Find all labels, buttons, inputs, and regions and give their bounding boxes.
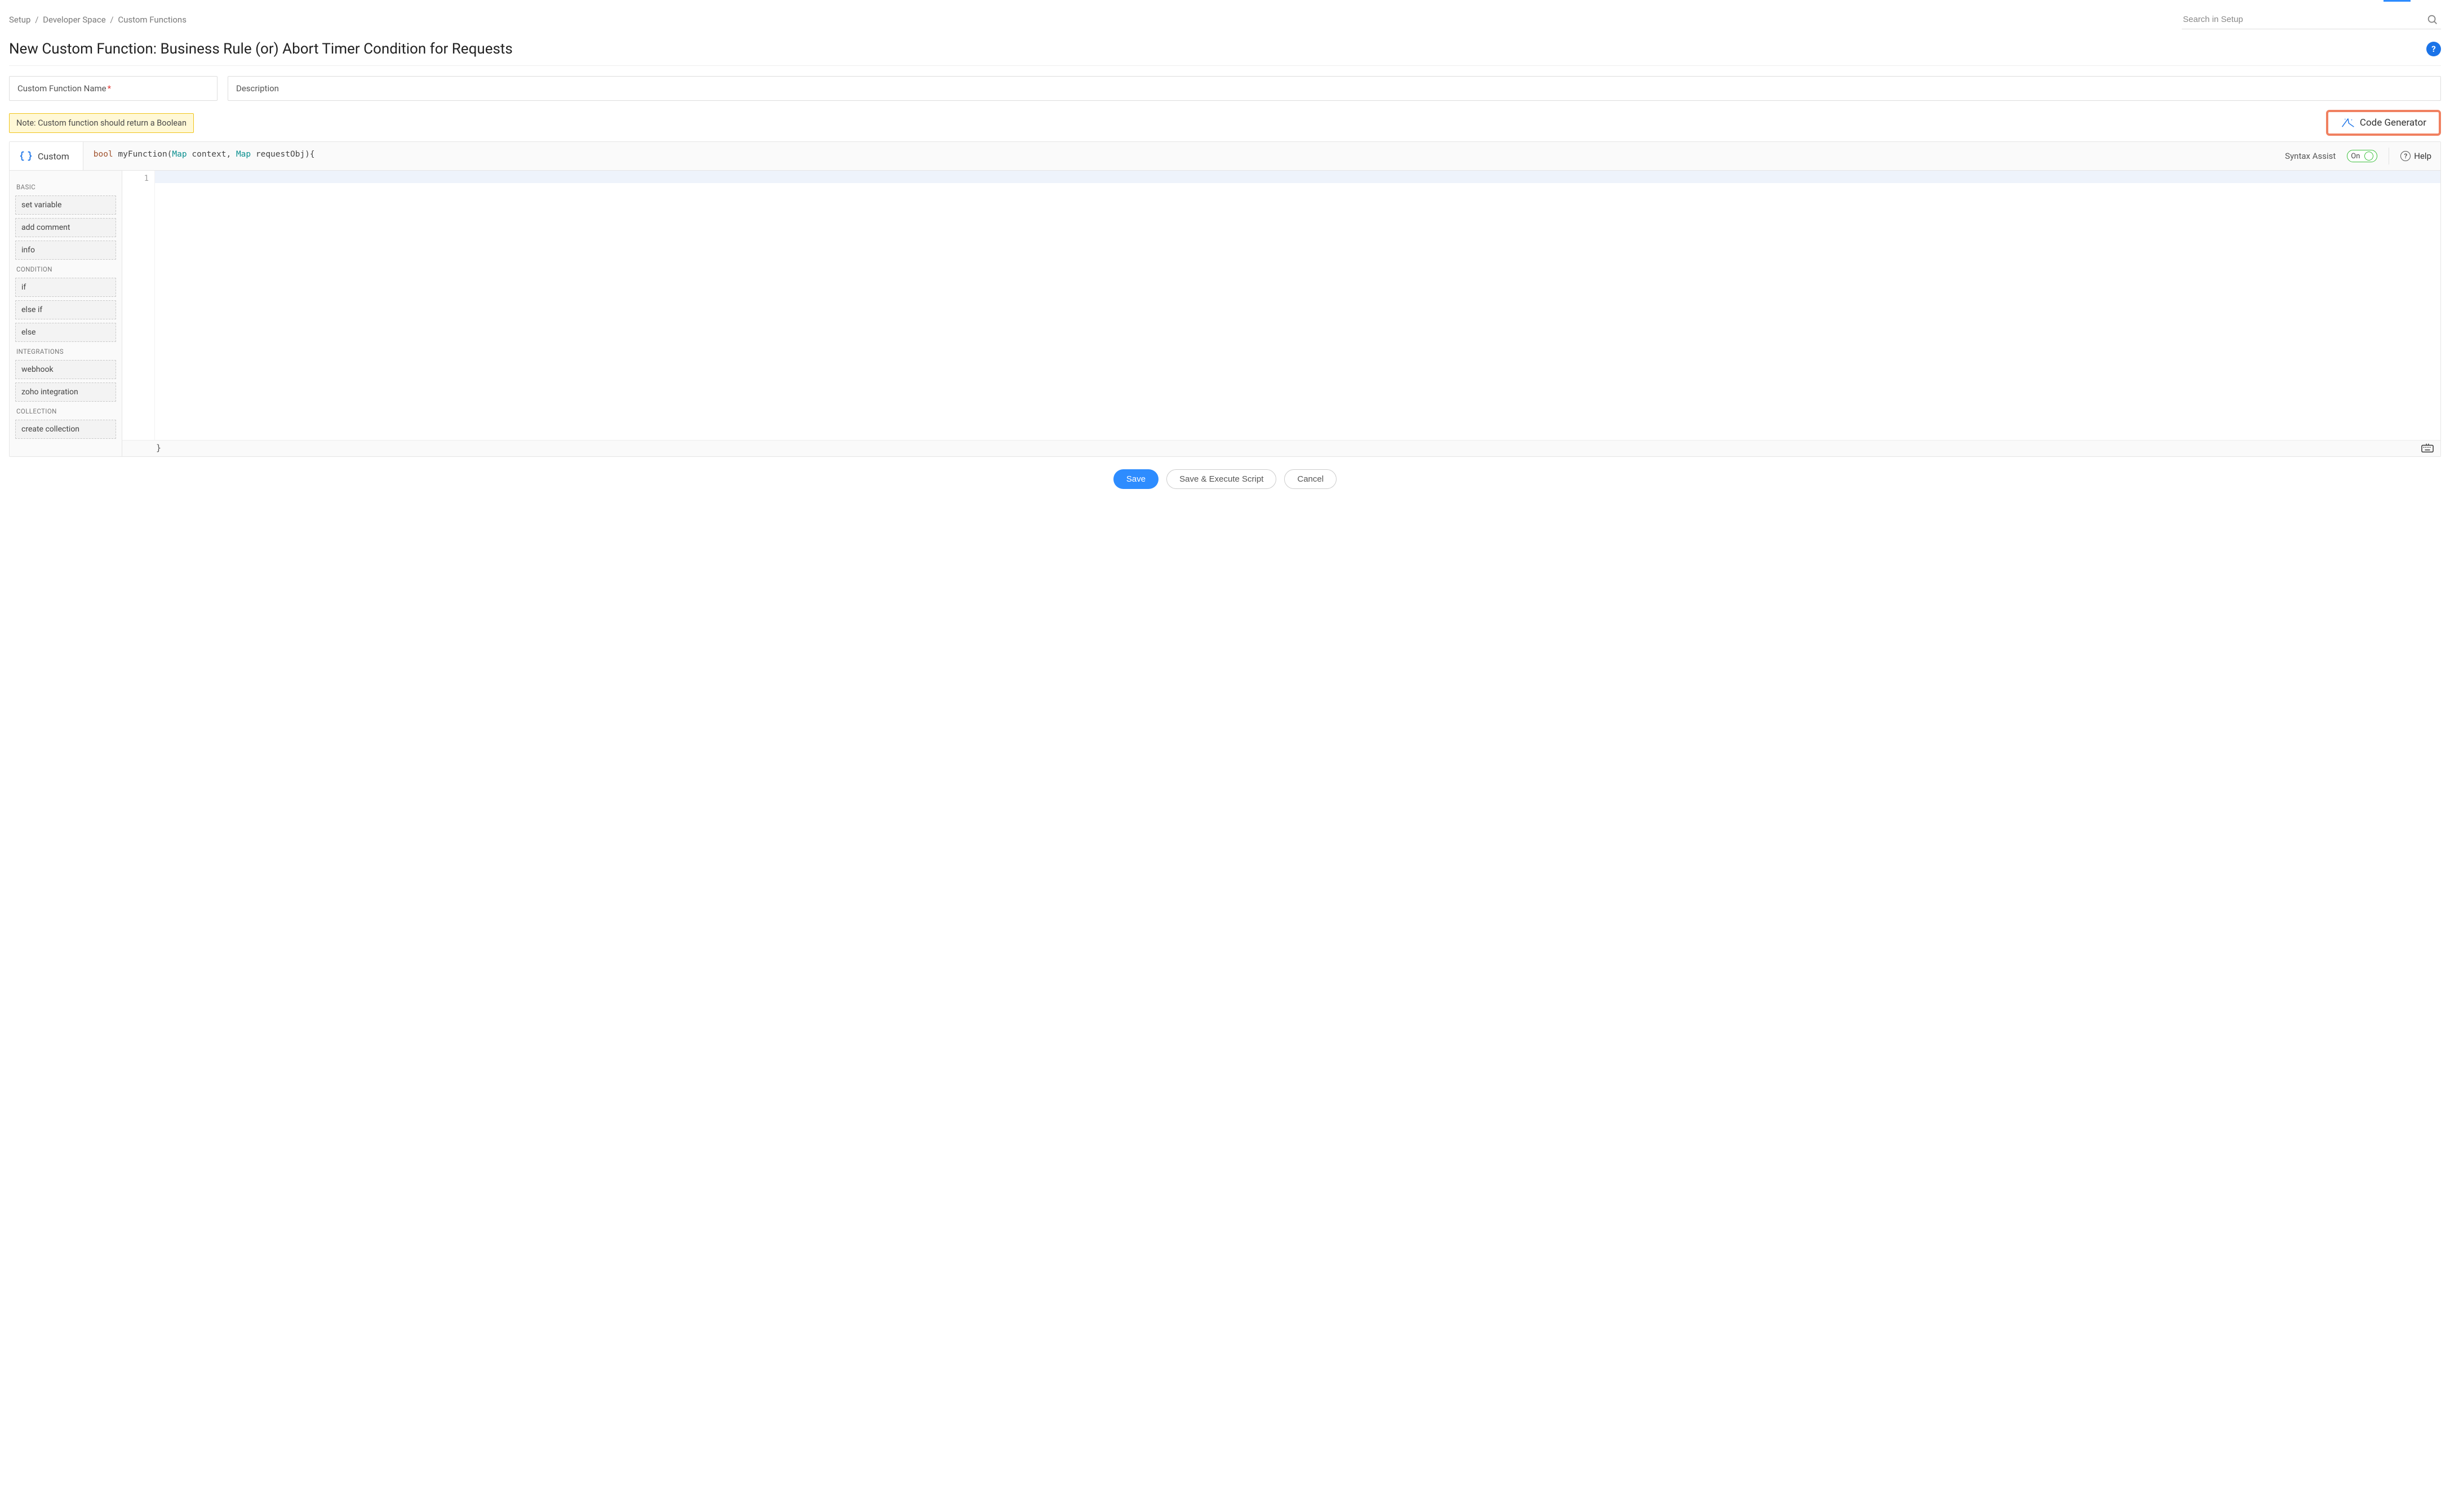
- snippet-else-if[interactable]: else if: [15, 300, 116, 319]
- snippet-zoho-integration[interactable]: zoho integration: [15, 383, 116, 402]
- palette-group-title: CONDITION: [16, 265, 115, 273]
- snippet-else[interactable]: else: [15, 323, 116, 342]
- snippet-add-comment[interactable]: add comment: [15, 218, 116, 237]
- keyboard-icon[interactable]: [2421, 443, 2434, 453]
- function-name-field[interactable]: Custom Function Name*: [9, 76, 218, 101]
- brackets-icon: [20, 150, 32, 162]
- palette-group-title: INTEGRATIONS: [16, 348, 115, 355]
- code-canvas[interactable]: 1: [122, 171, 2440, 440]
- breadcrumb-separator: /: [110, 15, 113, 25]
- boolean-note: Note: Custom function should return a Bo…: [9, 113, 194, 133]
- snippet-if[interactable]: if: [15, 278, 116, 297]
- save-button[interactable]: Save: [1113, 469, 1159, 489]
- editor-help-label: Help: [2414, 151, 2431, 161]
- save-execute-button[interactable]: Save & Execute Script: [1166, 469, 1276, 489]
- breadcrumb: Setup / Developer Space / Custom Functio…: [9, 15, 187, 25]
- help-icon[interactable]: ?: [2426, 42, 2441, 56]
- editor-mode-label: Custom: [38, 151, 69, 162]
- breadcrumb-separator: /: [35, 15, 38, 25]
- snippet-info[interactable]: info: [15, 241, 116, 260]
- editor-mode-custom[interactable]: Custom: [10, 142, 83, 170]
- snippet-set-variable[interactable]: set variable: [15, 195, 116, 215]
- closing-brace: }: [156, 443, 161, 453]
- code-line[interactable]: [155, 171, 2440, 183]
- description-label: Description: [236, 83, 279, 94]
- page-title: New Custom Function: Business Rule (or) …: [9, 41, 513, 57]
- breadcrumb-item[interactable]: Custom Functions: [118, 15, 187, 25]
- cancel-button[interactable]: Cancel: [1284, 469, 1337, 489]
- palette-group-title: BASIC: [16, 183, 115, 191]
- syntax-assist-toggle[interactable]: On: [2347, 150, 2377, 162]
- code-generator-button[interactable]: Code Generator: [2326, 110, 2441, 136]
- active-tab-indicator: [2384, 0, 2411, 2]
- toggle-knob: [2364, 152, 2373, 161]
- breadcrumb-item[interactable]: Setup: [9, 15, 30, 25]
- description-field[interactable]: Description: [228, 76, 2441, 101]
- function-name-label: Custom Function Name: [17, 83, 106, 94]
- line-number: 1: [122, 174, 149, 183]
- question-icon: ?: [2400, 151, 2411, 161]
- required-star: *: [108, 83, 111, 94]
- snippet-palette: BASIC set variable add comment info COND…: [10, 171, 122, 456]
- syntax-assist-label: Syntax Assist: [2285, 151, 2336, 161]
- palette-group-title: COLLECTION: [16, 407, 115, 415]
- search-icon[interactable]: [2426, 14, 2439, 26]
- breadcrumb-item[interactable]: Developer Space: [43, 15, 106, 25]
- zia-icon: [2341, 117, 2355, 129]
- snippet-create-collection[interactable]: create collection: [15, 420, 116, 439]
- editor-help-link[interactable]: ? Help: [2400, 151, 2431, 161]
- line-gutter: 1: [122, 171, 155, 440]
- code-editor: Custom bool myFunction(Map context, Map …: [9, 141, 2441, 457]
- toggle-state-label: On: [2351, 152, 2360, 161]
- search-input[interactable]: [2182, 10, 2441, 29]
- code-generator-label: Code Generator: [2360, 117, 2426, 128]
- snippet-webhook[interactable]: webhook: [15, 360, 116, 379]
- function-signature: bool myFunction(Map context, Map request…: [83, 142, 325, 170]
- search-container: [2182, 10, 2441, 29]
